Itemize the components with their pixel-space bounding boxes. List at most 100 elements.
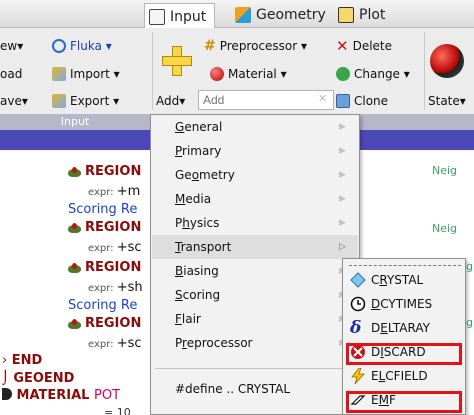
tab-plot[interactable]: Plot [338,4,385,26]
menu-item-mnemonic: G [175,120,185,134]
region-card[interactable]: REGION [68,260,141,275]
submenu-item-elcfield[interactable]: ELCFIELD [344,364,464,388]
tab-input[interactable]: Input [144,3,216,29]
ribbon-section-title: Input [0,114,150,130]
fluka-icon [52,39,66,53]
menu-item-mnemonic: h [182,216,190,230]
plot-icon [338,7,354,23]
scoring-card[interactable]: Scoring Re [68,202,137,217]
fluka-button[interactable]: Fluka ▾ [52,36,112,56]
submenu-item-label: D [371,321,381,335]
menu-item-label: rimary [182,144,222,158]
export-button[interactable]: Export ▾ [52,91,119,111]
add-label: Add▾ [156,94,186,108]
fluka-label: Fluka ▾ [70,39,112,53]
state-label: State▾ [428,94,466,108]
menu-item-define-crystal[interactable]: #define .. CRYSTAL [152,377,358,401]
menu-item-transport[interactable]: Transport ▷ [152,235,358,259]
delete-button[interactable]: ✕ Delete [336,36,392,56]
add-search-input[interactable] [198,90,334,110]
end-label: END [11,353,43,368]
menu-item-biasing[interactable]: Biasing▶ [152,259,358,283]
expr-label: expr: [88,187,114,198]
import-button[interactable]: Import ▾ [52,64,120,84]
region-name: REGION [85,316,142,331]
save-button[interactable]: ave▾ [0,91,28,111]
menu-item-physics[interactable]: Physics ▶ [152,211,358,235]
region-card[interactable]: REGION [68,220,141,235]
import-icon [52,67,66,81]
expr-label: expr: [88,283,114,294]
change-icon [336,67,350,81]
region-name: REGION [85,260,142,275]
menu-item-scoring[interactable]: Scoring▶ [152,283,358,307]
menu-item-geometry[interactable]: Geometry ▶ [152,163,358,187]
menu-item-label: #define .. CRYSTAL [175,382,291,396]
state-icon[interactable] [430,44,464,78]
end-marker-icon: › [2,353,8,368]
menu-item-flair[interactable]: Flair▶ [152,307,358,331]
expr-label: expr: [88,339,114,350]
load-button[interactable]: oad [0,64,22,84]
neighbour-label-clipped: g [466,316,473,329]
submenu-arrow-icon: ▶ [339,122,346,132]
menu-item-mnemonic: F [175,312,182,326]
submenu-item-label: CFIELD [385,369,428,383]
preprocessor-button[interactable]: # Preprocessor ▾ [204,36,307,56]
expr-value: +sh [116,280,143,295]
region-expr: expr: +m [88,184,140,199]
new-button[interactable]: ew▾ [0,36,23,56]
state-button[interactable]: State▾ [428,91,466,111]
region-card[interactable]: REGION [68,316,141,331]
region-name: REGION [85,164,142,179]
material-card-icon [2,388,12,400]
change-button[interactable]: Change ▾ [336,64,410,84]
material-card-label: MATERIAL [16,388,90,403]
region-icon [68,222,81,233]
submenu-item-dcytimes[interactable]: DCYTIMES [344,292,464,316]
submenu-item-mnemonic: R [379,273,387,287]
add-menu-button[interactable]: Add▾ [156,91,185,111]
region-expr: expr: +sc [88,240,142,255]
submenu-item-mnemonic: D [371,297,381,311]
region-card[interactable]: REGION [68,164,141,179]
submenu-item-deltaray[interactable]: δ DELTARAY [344,316,464,340]
add-plus-icon[interactable] [162,46,192,76]
menu-item-mnemonic: B [175,264,184,278]
menu-item-preprocessor[interactable]: Preprocessor▶ [152,331,358,355]
expr-label: expr: [88,243,114,254]
end-card[interactable]: › END [2,353,42,368]
menu-item-label: ransport [180,240,232,254]
geoend-card[interactable]: ⌡ GEOEND [2,371,74,386]
ribbon-separator [152,32,153,110]
tab-input-label: Input [170,8,207,25]
menu-item-general[interactable]: General ▶ [152,115,358,139]
region-icon [68,318,81,329]
tab-geometry[interactable]: Geometry [235,4,326,26]
menu-item-primary[interactable]: Primary ▶ [152,139,358,163]
tearoff-handle[interactable] [349,265,461,266]
submenu-arrow-icon: ▶ [339,146,346,156]
material-button[interactable]: Material ▾ [210,64,287,84]
submenu-item-crystal[interactable]: CRYSTAL [344,268,464,292]
menu-item-mnemonic: S [175,288,183,302]
submenu-item-label: E [371,369,379,383]
material-card-name: POT [94,388,121,403]
menu-item-media[interactable]: Media ▶ [152,187,358,211]
submenu-item-mnemonic: E [380,321,388,335]
scoring-card[interactable]: Scoring Re [68,298,137,313]
clone-button[interactable]: Clone [336,91,388,111]
lightning-icon [350,367,366,385]
submenu-arrow-icon: ▷ [339,242,346,252]
neighbour-label: Neig [432,222,458,235]
new-label: ew▾ [0,39,24,53]
hash-icon: # [204,38,216,54]
clear-icon[interactable]: ✕ [318,92,327,105]
clone-icon [336,94,350,108]
neighbour-label: Neig [432,164,458,177]
partial-row: = 10 [104,406,131,415]
clock-icon [350,296,366,312]
material-card[interactable]: MATERIAL POT [2,388,120,403]
tab-bar: Input Geometry Plot [0,0,474,29]
expr-value: +m [116,184,141,199]
